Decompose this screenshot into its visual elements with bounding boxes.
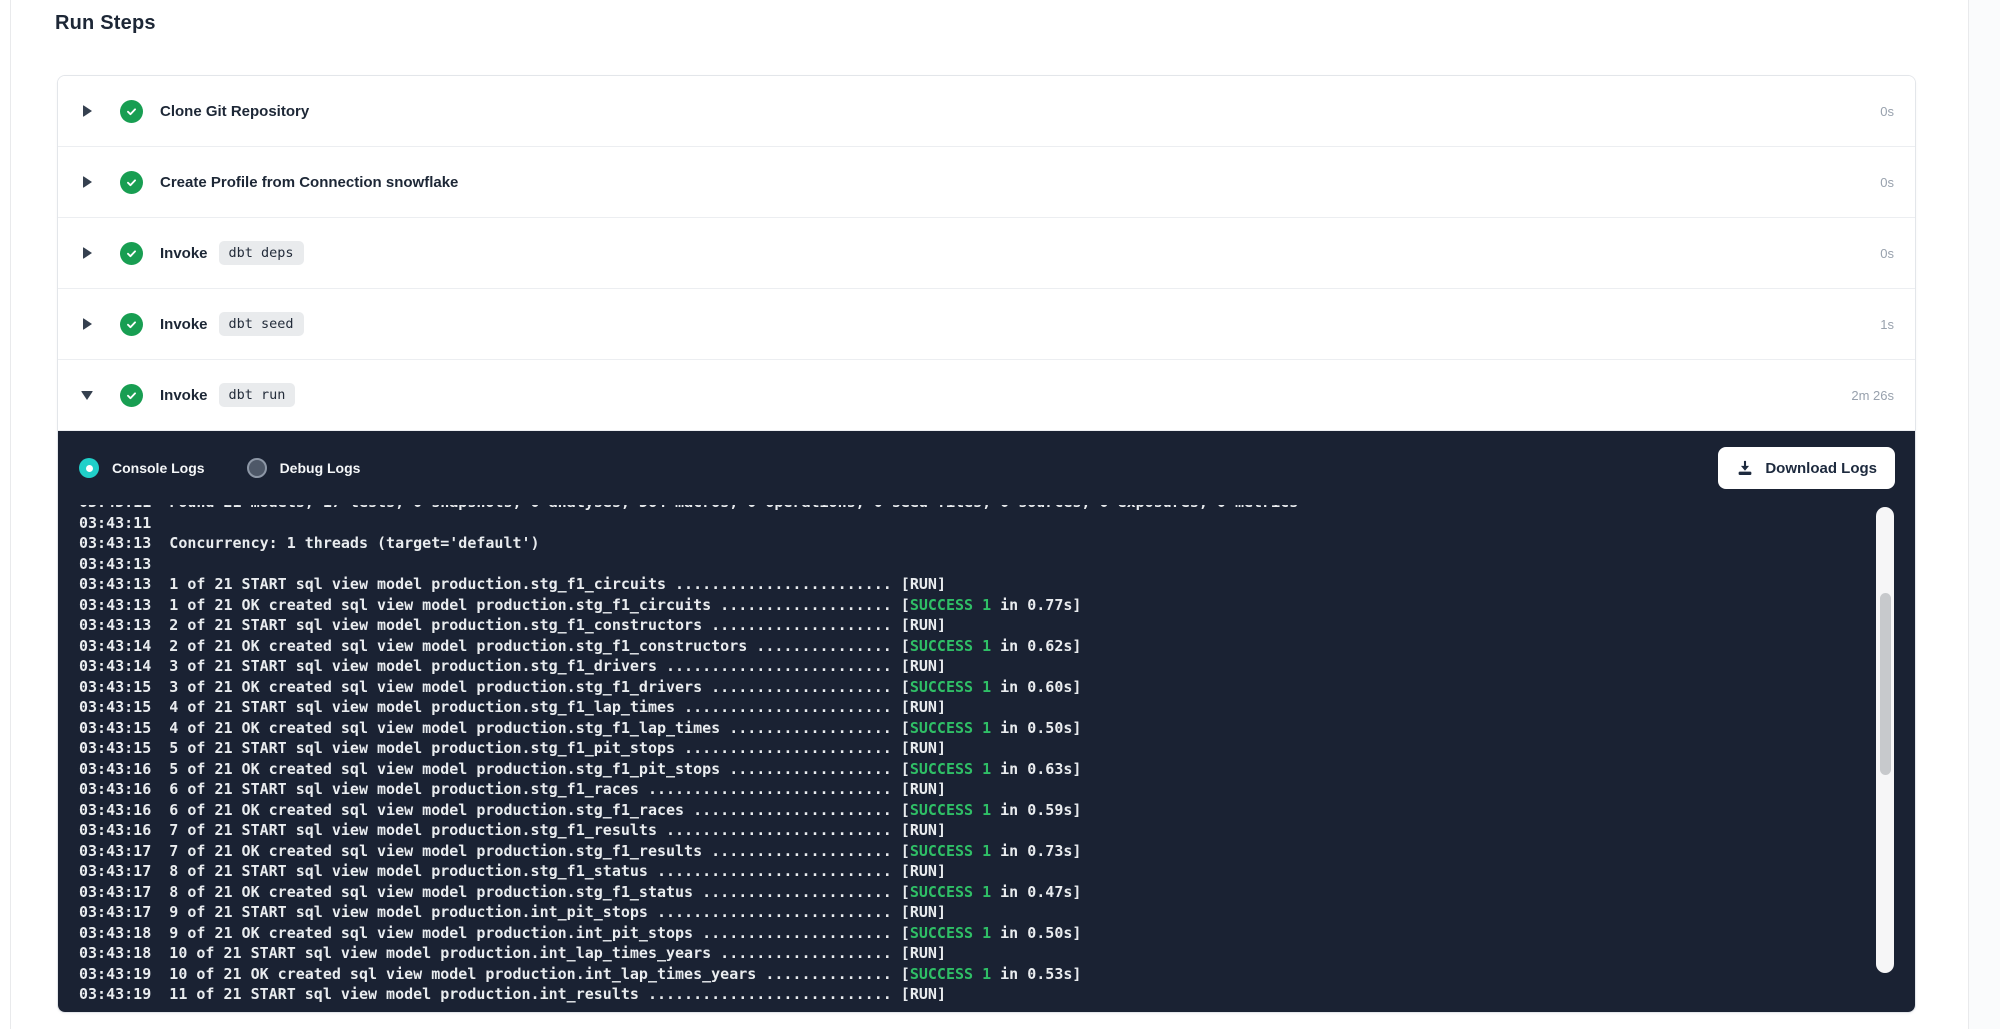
step-label: Clone Git Repository	[160, 103, 309, 120]
console-logs-label: Console Logs	[112, 460, 205, 476]
right-page-gutter	[1968, 0, 2000, 1029]
expand-caret-icon[interactable]	[80, 318, 94, 330]
run-step-row[interactable]: Invoke dbt deps 0s	[58, 218, 1915, 289]
log-line: 03:43:18 10 of 21 START sql view model p…	[79, 943, 1915, 964]
console-header: Console Logs Debug Logs Download Logs	[58, 431, 1915, 505]
console-panel: Console Logs Debug Logs Download Logs 03…	[58, 431, 1915, 1013]
expand-caret-icon[interactable]	[80, 391, 94, 400]
step-command-badge: dbt seed	[219, 312, 304, 336]
step-label: Invoke	[160, 387, 208, 404]
log-line: 03:43:19 10 of 21 OK created sql view mo…	[79, 964, 1915, 985]
run-step-row[interactable]: Clone Git Repository 0s	[58, 76, 1915, 147]
log-line: 03:43:15 3 of 21 OK created sql view mod…	[79, 677, 1915, 698]
expand-caret-icon[interactable]	[80, 105, 94, 117]
console-logs-radio[interactable]: Console Logs	[79, 458, 205, 478]
log-line: 03:43:16 6 of 21 OK created sql view mod…	[79, 800, 1915, 821]
success-check-icon	[120, 171, 143, 194]
step-duration: 0s	[1880, 175, 1894, 190]
step-label: Invoke	[160, 316, 208, 333]
log-line: 03:43:15 4 of 21 OK created sql view mod…	[79, 718, 1915, 739]
log-line: 03:43:15 4 of 21 START sql view model pr…	[79, 697, 1915, 718]
success-check-icon	[120, 242, 143, 265]
log-line: 03:43:16 6 of 21 START sql view model pr…	[79, 779, 1915, 800]
console-scrollbar-track[interactable]	[1876, 507, 1894, 973]
log-line: 03:43:11 Found 21 models, 17 tests, 0 sn…	[79, 505, 1915, 513]
run-steps-list: Clone Git Repository 0s Create Profile f…	[58, 76, 1915, 431]
run-step-row[interactable]: Create Profile from Connection snowflake…	[58, 147, 1915, 218]
page-title: Run Steps	[55, 12, 156, 35]
step-duration: 0s	[1880, 104, 1894, 119]
success-check-icon	[120, 384, 143, 407]
log-line: 03:43:16 5 of 21 OK created sql view mod…	[79, 759, 1915, 780]
expand-caret-icon[interactable]	[80, 176, 94, 188]
log-line: 03:43:13 1 of 21 START sql view model pr…	[79, 574, 1915, 595]
step-duration: 1s	[1880, 317, 1894, 332]
log-line: 03:43:17 7 of 21 OK created sql view mod…	[79, 841, 1915, 862]
step-command-badge: dbt run	[219, 383, 296, 407]
success-check-icon	[120, 100, 143, 123]
step-command-badge: dbt deps	[219, 241, 304, 265]
run-step-row[interactable]: Invoke dbt run 2m 26s	[58, 360, 1915, 431]
step-duration: 2m 26s	[1851, 388, 1894, 403]
expand-caret-icon[interactable]	[80, 247, 94, 259]
log-line: 03:43:13 Concurrency: 1 threads (target=…	[79, 533, 1915, 554]
console-scrollbar-thumb[interactable]	[1880, 593, 1891, 775]
log-line: 03:43:13 2 of 21 START sql view model pr…	[79, 615, 1915, 636]
step-label: Create Profile from Connection snowflake	[160, 174, 458, 191]
log-line: 03:43:17 8 of 21 OK created sql view mod…	[79, 882, 1915, 903]
run-step-row[interactable]: Invoke dbt seed 1s	[58, 289, 1915, 360]
log-line: 03:43:17 8 of 21 START sql view model pr…	[79, 861, 1915, 882]
download-icon	[1736, 459, 1754, 477]
debug-logs-label: Debug Logs	[280, 460, 361, 476]
radio-unselected-icon[interactable]	[247, 458, 267, 478]
log-lines: 03:43:11 Found 21 models, 17 tests, 0 sn…	[79, 505, 1915, 1005]
log-line: 03:43:14 2 of 21 OK created sql view mod…	[79, 636, 1915, 657]
log-line: 03:43:13 1 of 21 OK created sql view mod…	[79, 595, 1915, 616]
radio-selected-icon[interactable]	[79, 458, 99, 478]
download-logs-label: Download Logs	[1765, 460, 1877, 477]
log-line: 03:43:16 7 of 21 START sql view model pr…	[79, 820, 1915, 841]
log-line: 03:43:15 5 of 21 START sql view model pr…	[79, 738, 1915, 759]
step-duration: 0s	[1880, 246, 1894, 261]
console-log-area[interactable]: 03:43:11 Found 21 models, 17 tests, 0 sn…	[58, 505, 1915, 1013]
step-label: Invoke	[160, 245, 208, 262]
debug-logs-radio[interactable]: Debug Logs	[247, 458, 361, 478]
run-steps-card: Clone Git Repository 0s Create Profile f…	[57, 75, 1916, 1013]
log-line: 03:43:18 9 of 21 OK created sql view mod…	[79, 923, 1915, 944]
log-line: 03:43:13	[79, 554, 1915, 575]
success-check-icon	[120, 313, 143, 336]
log-line: 03:43:17 9 of 21 START sql view model pr…	[79, 902, 1915, 923]
download-logs-button[interactable]: Download Logs	[1718, 447, 1895, 489]
log-line: 03:43:11	[79, 513, 1915, 534]
log-line: 03:43:19 11 of 21 START sql view model p…	[79, 984, 1915, 1005]
log-line: 03:43:14 3 of 21 START sql view model pr…	[79, 656, 1915, 677]
left-page-divider	[0, 0, 11, 1029]
